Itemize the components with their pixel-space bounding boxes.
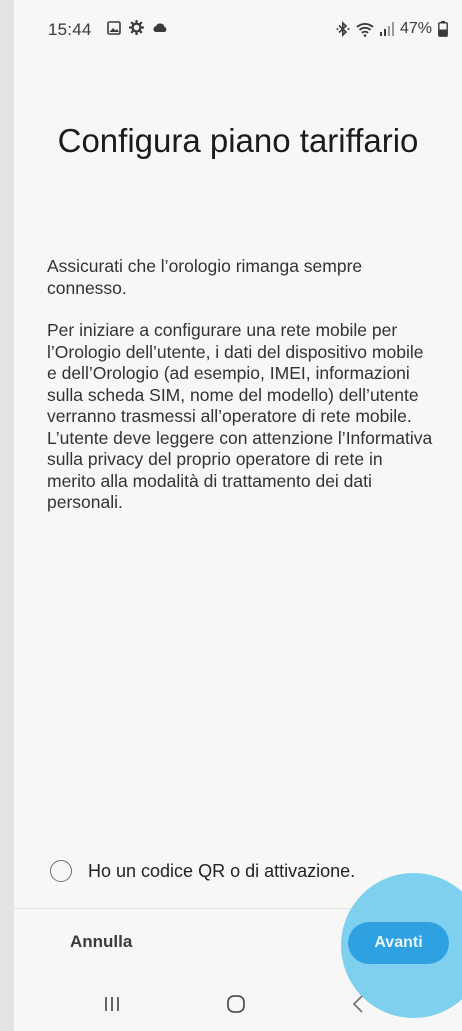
bluetooth-icon [336, 21, 350, 37]
back-icon [351, 994, 365, 1019]
signal-icon [379, 22, 394, 36]
next-button[interactable]: Avanti [348, 922, 449, 964]
status-bar: 15:44 47% [14, 0, 462, 60]
page-title: Configura piano tariffario [57, 122, 419, 159]
gear-icon [129, 20, 144, 35]
connection-notice: Assicurati che l’orologio rimanga sempre… [47, 256, 363, 298]
battery-icon [438, 21, 448, 37]
recents-icon [102, 995, 122, 1018]
gallery-icon [107, 20, 121, 35]
cloud-icon [152, 22, 168, 33]
recents-button[interactable] [92, 991, 132, 1021]
battery-percent: 47% [399, 20, 432, 37]
status-time: 15:44 [48, 20, 92, 39]
cancel-button[interactable]: Annulla [70, 932, 132, 952]
navigation-bar [14, 985, 462, 1031]
app-screen: 15:44 47% Configura piano tariffario Ass… [14, 0, 462, 1031]
radio-button[interactable] [50, 860, 72, 882]
qr-code-option-label: Ho un codice QR o di attivazione. [88, 860, 356, 881]
back-button[interactable] [338, 991, 378, 1021]
notification-icons [107, 20, 168, 35]
home-icon [226, 994, 246, 1019]
qr-code-option[interactable]: Ho un codice QR o di attivazione. [50, 860, 355, 882]
status-right: 47% [336, 20, 448, 38]
wifi-icon [356, 22, 374, 37]
home-button[interactable] [216, 991, 256, 1021]
privacy-notice: Per iniziare a configurare una rete mobi… [47, 320, 433, 512]
